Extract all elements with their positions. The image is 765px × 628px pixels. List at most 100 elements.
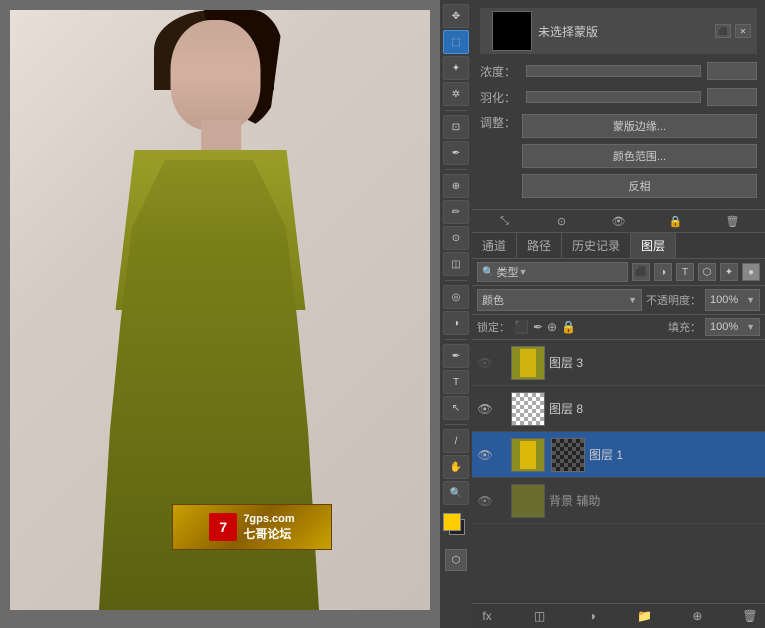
- opacity-label: 不透明度：: [646, 292, 701, 308]
- layers-search[interactable]: 🔍 类型 ▼: [477, 262, 628, 282]
- blend-mode-select[interactable]: 颜色 ▼: [477, 289, 642, 311]
- face: [171, 20, 261, 130]
- layer-visibility-extra[interactable]: 👁: [477, 493, 493, 509]
- layer-thumb-img-1: [512, 439, 544, 471]
- tool-separator-4: [445, 339, 467, 340]
- filter-type-btn[interactable]: T: [676, 263, 694, 281]
- tab-history[interactable]: 历史记录: [562, 233, 631, 258]
- eyedropper-tool[interactable]: ✒: [443, 141, 469, 165]
- filter-adjust-btn[interactable]: ◑: [654, 263, 672, 281]
- delete-layer-btn[interactable]: 🗑: [740, 607, 760, 625]
- new-group-btn[interactable]: 📁: [635, 607, 655, 625]
- layer-thumb-1: [511, 438, 545, 472]
- add-mask-btn[interactable]: ◫: [530, 607, 550, 625]
- filter-toggle[interactable]: ●: [742, 263, 760, 281]
- lock-position-btn[interactable]: ✒: [533, 320, 543, 334]
- fill-chevron: ▼: [746, 322, 755, 332]
- mask-icon-2[interactable]: ✕: [735, 24, 751, 38]
- filter-smart-btn[interactable]: ✦: [720, 263, 738, 281]
- fill-input[interactable]: 100% ▼: [705, 318, 760, 336]
- new-layer-btn[interactable]: ⊕: [687, 607, 707, 625]
- adjust-label: 调整：: [480, 114, 516, 131]
- watermark-name: 七哥论坛: [243, 525, 294, 542]
- lock-pixels-btn[interactable]: ⬛: [514, 320, 529, 334]
- watermark-text: 7gps.com 七哥论坛: [243, 513, 294, 542]
- pen-tool[interactable]: ✒: [443, 344, 469, 368]
- adjustment-layer-btn[interactable]: ◑: [582, 607, 602, 625]
- feather-input[interactable]: [707, 88, 757, 106]
- line-tool[interactable]: /: [443, 429, 469, 453]
- density-slider[interactable]: [526, 65, 701, 77]
- heal-tool[interactable]: ⊕: [443, 174, 469, 198]
- fill-label: 填充：: [668, 319, 701, 335]
- density-input[interactable]: [707, 62, 757, 80]
- blend-opacity-row: 颜色 ▼ 不透明度： 100% ▼: [472, 286, 765, 315]
- foreground-color-swatch[interactable]: [443, 513, 461, 531]
- layer-thumb-img-3: [512, 347, 544, 379]
- lock-all-btn[interactable]: 🔒: [561, 320, 576, 334]
- color-range-btn[interactable]: 颜色范围...: [522, 144, 757, 168]
- layer-item-extra[interactable]: 👁 背景 辅助: [472, 478, 765, 524]
- add-link-btn[interactable]: fx: [477, 607, 497, 625]
- crop-tool[interactable]: ⊡: [443, 115, 469, 139]
- tab-channels[interactable]: 通道: [472, 233, 517, 258]
- edge-btn[interactable]: 蒙版边缘...: [522, 114, 757, 138]
- watermark-logo: 7: [209, 513, 237, 541]
- tab-layers[interactable]: 图层: [631, 233, 676, 258]
- fill-value: 100%: [710, 321, 738, 333]
- quick-mask-btn[interactable]: ⬡: [445, 549, 467, 571]
- tab-icon-eye[interactable]: 👁: [609, 212, 629, 230]
- adjust-section: 调整： 蒙版边缘... 颜色范围... 反相: [480, 114, 757, 201]
- zoom-tool[interactable]: 🔍: [443, 481, 469, 505]
- opacity-value: 100%: [710, 294, 738, 306]
- layer-thumb-img-8: [512, 393, 544, 425]
- color-swatch-area: [443, 513, 469, 543]
- marquee-tool[interactable]: ⬚: [443, 30, 469, 54]
- filter-shape-btn[interactable]: ⬡: [698, 263, 716, 281]
- tab-icon-lock[interactable]: 🔒: [666, 212, 686, 230]
- layer-mask-thumb-1: [551, 438, 585, 472]
- tab-icon-delete[interactable]: 🗑: [723, 212, 743, 230]
- opacity-input[interactable]: 100% ▼: [705, 289, 760, 311]
- layer-name-1: 图层 1: [589, 446, 760, 463]
- filter-pixel-btn[interactable]: ⬛: [632, 263, 650, 281]
- wand-tool[interactable]: ✲: [443, 82, 469, 106]
- layer-item-3[interactable]: 👁 图层 3: [472, 340, 765, 386]
- lock-artboards-btn[interactable]: ⊕: [547, 320, 557, 334]
- layer-name-extra: 背景 辅助: [549, 492, 760, 509]
- layer-link-1: [497, 447, 507, 463]
- hand-tool[interactable]: ✋: [443, 455, 469, 479]
- brush-tool[interactable]: ✏: [443, 200, 469, 224]
- select-tool[interactable]: ↖: [443, 396, 469, 420]
- blur-tool[interactable]: ◎: [443, 285, 469, 309]
- tab-icon-mask[interactable]: ⊙: [552, 212, 572, 230]
- invert-btn[interactable]: 反相: [522, 174, 757, 198]
- watermark: 7 7gps.com 七哥论坛: [172, 504, 332, 550]
- canvas-area: 7 7gps.com 七哥论坛: [0, 0, 440, 628]
- feather-label: 羽化：: [480, 89, 520, 106]
- mask-thumbnail: [492, 11, 532, 51]
- neck: [201, 120, 241, 155]
- layer-thumb-3: [511, 346, 545, 380]
- eraser-tool[interactable]: ◫: [443, 252, 469, 276]
- lasso-tool[interactable]: ✦: [443, 56, 469, 80]
- layer-visibility-3[interactable]: 👁: [477, 355, 493, 371]
- mask-icon-1[interactable]: ⬛: [715, 24, 731, 38]
- feather-slider[interactable]: [526, 91, 701, 103]
- layer-item-1[interactable]: 👁 图层 1: [472, 432, 765, 478]
- layer-visibility-1[interactable]: 👁: [477, 447, 493, 463]
- type-tool[interactable]: T: [443, 370, 469, 394]
- tab-paths[interactable]: 路径: [517, 233, 562, 258]
- dodge-tool[interactable]: ◑: [443, 311, 469, 335]
- layers-tab-icons: ⤡ ⊙ 👁 🔒 🗑: [472, 210, 765, 233]
- stamp-tool[interactable]: ⊙: [443, 226, 469, 250]
- layer-visibility-8[interactable]: 👁: [477, 401, 493, 417]
- tab-icon-resize[interactable]: ⤡: [495, 212, 515, 230]
- mask-title: 未选择蒙版: [538, 23, 598, 40]
- right-panel: 未选择蒙版 ⬛ ✕ 浓度： 羽化：: [472, 0, 765, 628]
- move-tool[interactable]: ✥: [443, 4, 469, 28]
- layer-thumb-shape-1: [520, 441, 536, 469]
- tool-separator-5: [445, 424, 467, 425]
- layer-item-8[interactable]: 👁 图层 8: [472, 386, 765, 432]
- tool-separator-2: [445, 169, 467, 170]
